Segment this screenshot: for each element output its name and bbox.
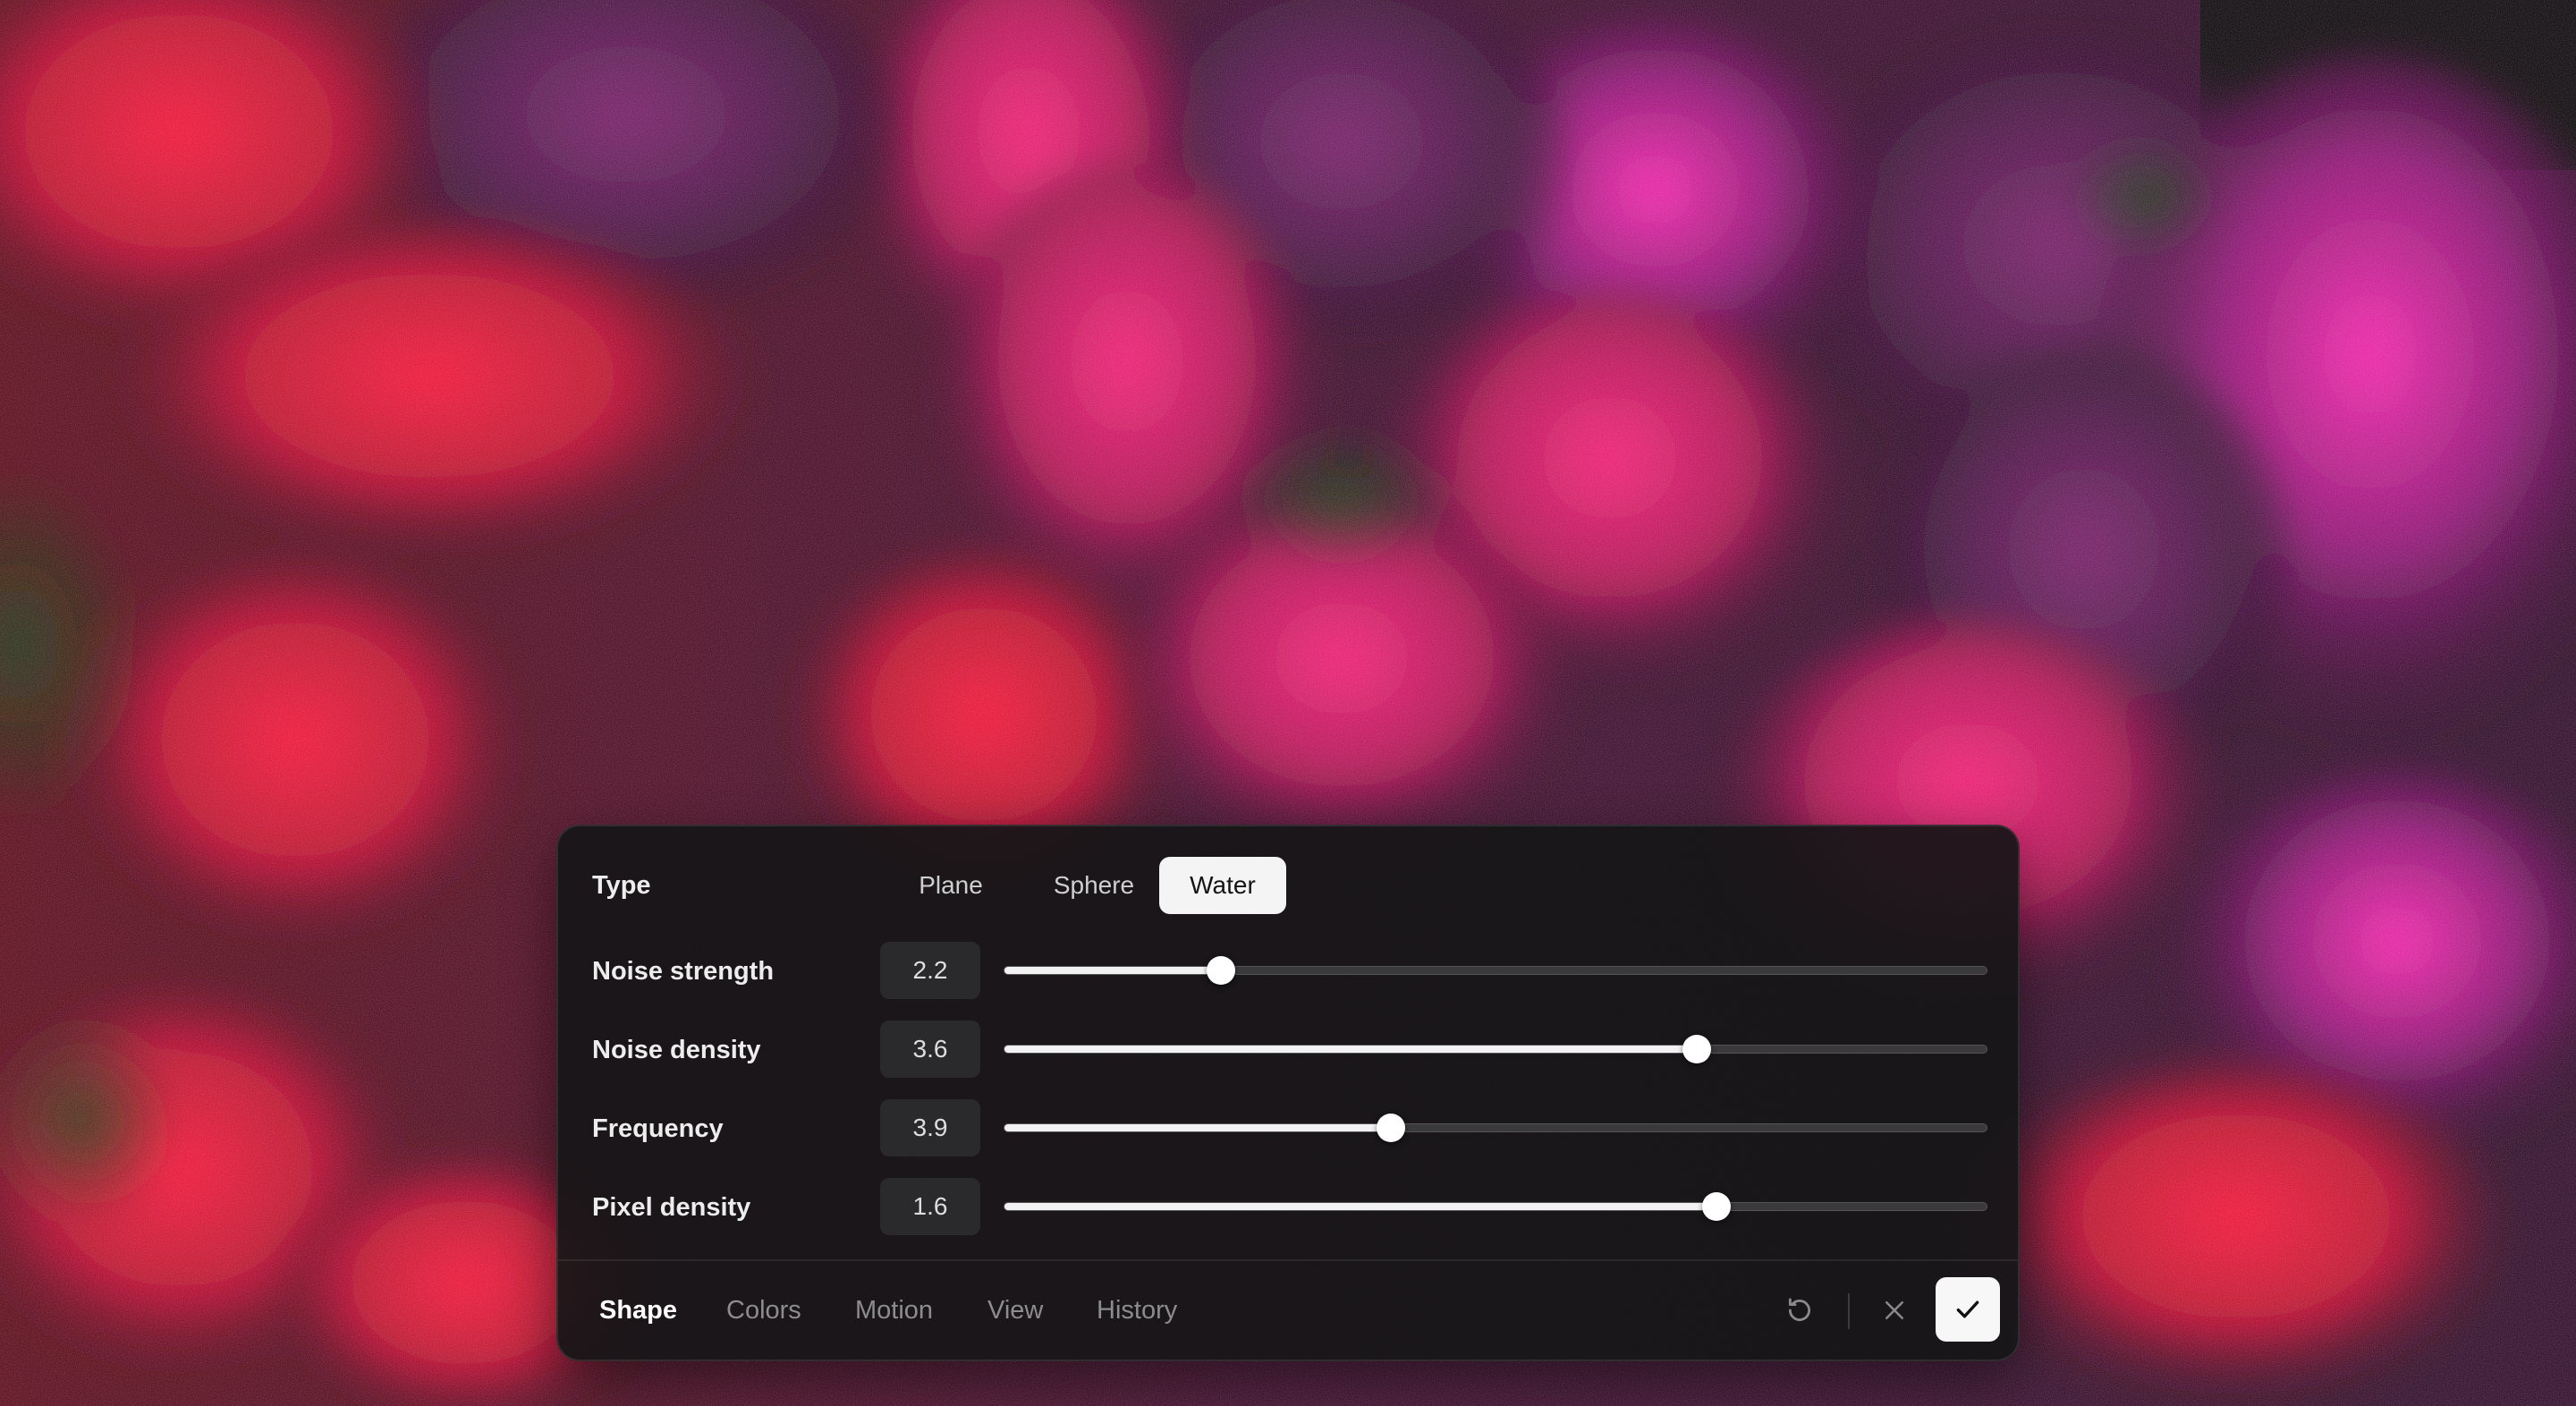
type-option-water[interactable]: Water	[1159, 857, 1286, 914]
noise-strength-value[interactable]: 2.2	[880, 942, 980, 999]
slider-thumb[interactable]	[1682, 1035, 1712, 1063]
slider-row-noise-strength: Noise strength 2.2	[558, 937, 2018, 1005]
slider-fill	[1004, 1124, 1391, 1131]
slider-fill	[1004, 1046, 1698, 1053]
pixel-density-slider[interactable]	[1004, 1192, 1987, 1221]
slider-fill	[1004, 967, 1221, 974]
reset-icon	[1788, 1298, 1810, 1322]
tab-view[interactable]: View	[987, 1261, 1043, 1359]
shape-settings-panel: Type Plane Sphere Water Noise strength 2…	[556, 825, 2020, 1361]
slider-row-pixel-density: Pixel density 1.6	[558, 1173, 2018, 1241]
close-button[interactable]	[1868, 1283, 1921, 1337]
type-row: Type Plane Sphere Water	[558, 851, 2018, 919]
slider-row-frequency: Frequency 3.9	[558, 1095, 2018, 1163]
confirm-button[interactable]	[1936, 1277, 2000, 1342]
noise-strength-label: Noise strength	[592, 957, 775, 986]
frequency-label: Frequency	[592, 1114, 724, 1143]
slider-thumb[interactable]	[1376, 1114, 1405, 1142]
slider-thumb[interactable]	[1206, 956, 1235, 985]
frequency-slider[interactable]	[1004, 1114, 1987, 1142]
type-option-sphere[interactable]: Sphere	[1021, 857, 1166, 914]
slider-thumb[interactable]	[1702, 1192, 1732, 1221]
tab-colors[interactable]: Colors	[726, 1261, 801, 1359]
slider-fill	[1004, 1203, 1717, 1210]
check-icon	[1956, 1300, 1979, 1318]
noise-density-slider[interactable]	[1004, 1035, 1987, 1063]
type-option-plane[interactable]: Plane	[887, 857, 1014, 914]
pixel-density-value[interactable]: 1.6	[880, 1178, 980, 1235]
footer-divider	[1848, 1293, 1850, 1329]
type-label: Type	[592, 871, 651, 900]
frequency-value[interactable]: 3.9	[880, 1099, 980, 1156]
tab-shape[interactable]: Shape	[599, 1261, 677, 1359]
tab-history[interactable]: History	[1097, 1261, 1177, 1359]
close-icon	[1885, 1301, 1903, 1319]
pixel-density-label: Pixel density	[592, 1193, 751, 1222]
slider-row-noise-density: Noise density 3.6	[558, 1016, 2018, 1084]
tab-motion[interactable]: Motion	[855, 1261, 933, 1359]
reset-button[interactable]	[1773, 1283, 1826, 1337]
panel-footer: Shape Colors Motion View History	[558, 1259, 2018, 1359]
noise-strength-slider[interactable]	[1004, 956, 1987, 985]
noise-density-label: Noise density	[592, 1036, 761, 1064]
noise-density-value[interactable]: 3.6	[880, 1021, 980, 1078]
